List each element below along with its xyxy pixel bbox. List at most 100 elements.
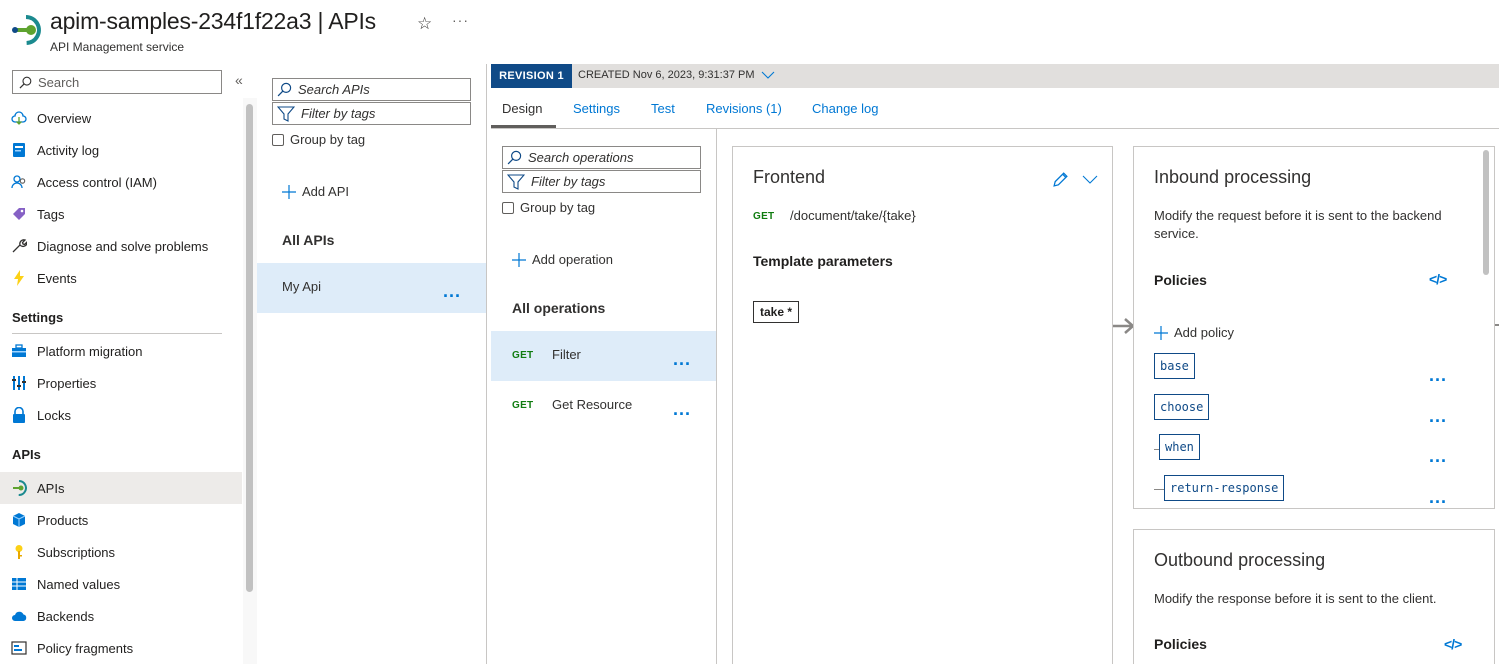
policy-tree-line xyxy=(1154,489,1164,490)
http-method-badge: GET xyxy=(512,350,534,361)
policy-more-button[interactable]: ... xyxy=(1429,366,1447,384)
nav-item-overview[interactable]: Overview xyxy=(0,102,242,134)
frontend-card: Frontend GET /document/take/{take} Templ… xyxy=(732,146,1113,664)
operation-more-button[interactable]: ... xyxy=(673,350,691,368)
wrench-icon xyxy=(11,238,27,254)
nav-search-input[interactable]: Search xyxy=(12,70,222,94)
revision-created-dropdown[interactable]: CREATED Nov 6, 2023, 9:31:37 PM xyxy=(578,69,775,81)
search-operations-placeholder: Search operations xyxy=(528,150,634,165)
tab-change-log[interactable]: Change log xyxy=(812,101,879,116)
url-template: /document/take/{take} xyxy=(790,208,916,223)
api-more-button[interactable]: ... xyxy=(443,282,461,300)
grid-icon xyxy=(11,576,27,592)
nav-item-diagnose[interactable]: Diagnose and solve problems xyxy=(0,230,242,262)
policy-more-button[interactable]: ... xyxy=(1429,407,1447,425)
template-parameter-chip[interactable]: take * xyxy=(753,301,800,323)
nav-item-label: Subscriptions xyxy=(37,544,116,560)
nav-item-properties[interactable]: Properties xyxy=(0,367,242,399)
cloud-icon xyxy=(11,110,27,126)
operation-more-button[interactable]: ... xyxy=(673,400,691,418)
nav-item-named-values[interactable]: Named values xyxy=(0,568,242,600)
nav-item-tags[interactable]: Tags xyxy=(0,198,242,230)
group-by-tag-checkbox[interactable]: Group by tag xyxy=(272,132,365,147)
nav-search-placeholder: Search xyxy=(38,74,80,90)
bars-icon xyxy=(11,375,27,391)
filter-icon xyxy=(277,105,295,122)
checkbox-box[interactable] xyxy=(502,201,514,214)
edit-pencil-icon[interactable] xyxy=(1052,171,1069,188)
operation-name: Get Resource xyxy=(552,397,633,412)
revision-created-text: CREATED Nov 6, 2023, 9:31:37 PM xyxy=(578,69,755,81)
apim-icon xyxy=(11,480,27,496)
toolbox-icon xyxy=(11,343,27,359)
ops-group-by-tag-checkbox[interactable]: Group by tag xyxy=(502,200,595,215)
code-view-icon[interactable]: </> xyxy=(1444,636,1462,652)
policy-chip-choose[interactable]: choose xyxy=(1154,394,1210,420)
nav-heading-settings: Settings xyxy=(12,310,64,325)
filter-apis-by-tags-input[interactable]: Filter by tags xyxy=(272,102,471,125)
inbound-title: Inbound processing xyxy=(1154,167,1312,187)
nav-item-apis[interactable]: APIs xyxy=(0,472,242,504)
policy-more-button[interactable]: ... xyxy=(1429,488,1447,506)
filter-apis-placeholder: Filter by tags xyxy=(301,106,376,121)
fragment-icon xyxy=(11,640,27,656)
add-operation-label: Add operation xyxy=(532,252,613,267)
nav-item-locks[interactable]: Locks xyxy=(0,399,242,431)
outbound-policies-heading: Policies xyxy=(1154,636,1207,652)
http-method-badge: GET xyxy=(753,211,775,222)
inbound-scrollbar-thumb[interactable] xyxy=(1483,150,1489,275)
cloud-backend-icon xyxy=(11,608,27,624)
nav-item-platform-migration[interactable]: Platform migration xyxy=(0,335,242,367)
nav-item-backends[interactable]: Backends xyxy=(0,600,242,632)
add-operation-button[interactable]: Add operation xyxy=(512,252,613,267)
add-policy-button[interactable]: Add policy xyxy=(1154,325,1234,340)
api-list-item-name: My Api xyxy=(282,279,322,294)
search-icon xyxy=(19,76,32,88)
search-icon xyxy=(277,82,292,97)
lightning-icon xyxy=(11,270,27,286)
nav-item-policy-fragments[interactable]: Policy fragments xyxy=(0,632,242,664)
tab-test[interactable]: Test xyxy=(651,101,675,116)
policy-chip-base[interactable]: base xyxy=(1154,353,1195,379)
add-api-button[interactable]: Add API xyxy=(282,184,349,199)
search-apis-placeholder: Search APIs xyxy=(298,82,370,97)
inbound-policies-heading: Policies xyxy=(1154,272,1207,288)
apim-logo-icon xyxy=(10,14,42,46)
operation-list-item[interactable]: GET Get Resource ... xyxy=(491,381,716,431)
nav-scrollbar-thumb[interactable] xyxy=(246,104,253,592)
policy-chip-return-response[interactable]: return-response xyxy=(1164,475,1285,501)
filter-operations-by-tags-input[interactable]: Filter by tags xyxy=(502,170,701,193)
tab-settings[interactable]: Settings xyxy=(573,101,620,116)
group-by-tag-label: Group by tag xyxy=(290,132,366,147)
nav-item-products[interactable]: Products xyxy=(0,504,242,536)
operation-name: Filter xyxy=(552,347,581,362)
nav-item-label: Locks xyxy=(37,407,71,423)
nav-item-label: Products xyxy=(37,512,89,528)
checkbox-box[interactable] xyxy=(272,133,284,146)
nav-item-label: Events xyxy=(37,270,77,286)
code-view-icon[interactable]: </> xyxy=(1429,271,1447,287)
policy-chip-when[interactable]: when xyxy=(1159,434,1200,460)
collapse-nav-button[interactable]: « xyxy=(235,72,243,88)
nav-item-events[interactable]: Events xyxy=(0,262,242,294)
tab-revisions[interactable]: Revisions (1) xyxy=(706,101,782,116)
policy-more-button[interactable]: ... xyxy=(1429,447,1447,465)
nav-item-access-control[interactable]: Access control (IAM) xyxy=(0,166,242,198)
header-more-button[interactable]: ··· xyxy=(452,12,469,28)
search-operations-input[interactable]: Search operations xyxy=(502,146,701,169)
operation-list-item[interactable]: GET Filter ... xyxy=(491,331,716,381)
search-apis-input[interactable]: Search APIs xyxy=(272,78,471,101)
tabs-divider xyxy=(491,128,1499,129)
nav-item-subscriptions[interactable]: Subscriptions xyxy=(0,536,242,568)
revision-badge: REVISION 1 xyxy=(491,64,572,88)
nav-item-label: APIs xyxy=(37,480,65,496)
cube-icon xyxy=(11,512,27,528)
nav-item-label: Access control (IAM) xyxy=(37,174,157,190)
panel-divider xyxy=(716,129,717,664)
tab-design[interactable]: Design xyxy=(502,101,542,116)
plus-icon xyxy=(1154,325,1168,340)
favorite-star-icon[interactable]: ☆ xyxy=(417,14,432,34)
chevron-down-icon[interactable] xyxy=(1082,175,1098,184)
nav-item-activity-log[interactable]: Activity log xyxy=(0,134,242,166)
inbound-processing-card: Inbound processing Modify the request be… xyxy=(1133,146,1495,509)
